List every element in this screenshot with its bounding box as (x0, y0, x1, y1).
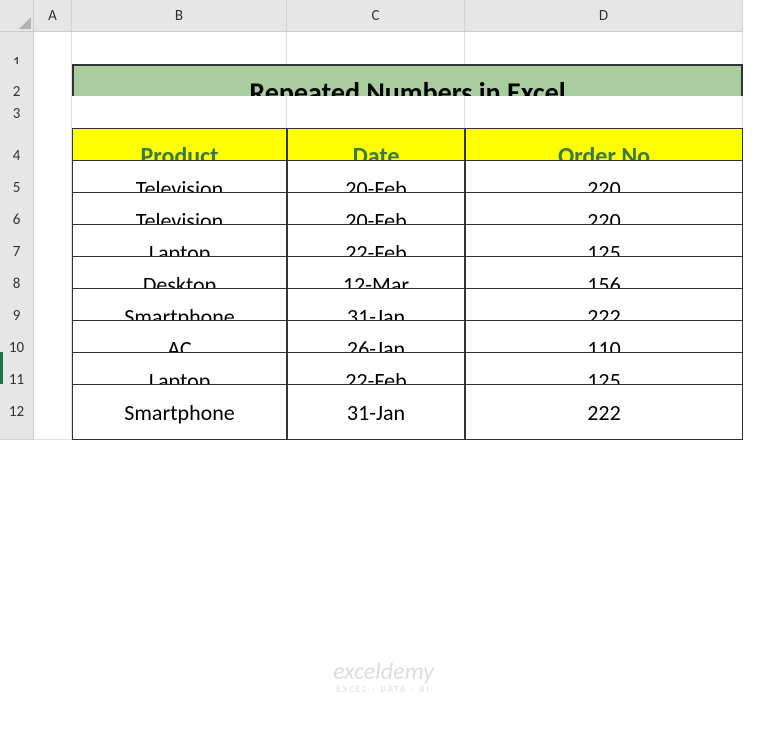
row-header-12[interactable]: 12 (0, 384, 34, 440)
spreadsheet-grid: A B C D 1 2 Repeated Numbers in Excel 3 … (0, 0, 767, 416)
cell-A12[interactable] (34, 384, 72, 440)
cell-B12[interactable]: Smartphone (72, 384, 287, 440)
col-header-D[interactable]: D (465, 0, 743, 32)
col-header-A[interactable]: A (34, 0, 72, 32)
row-header-3[interactable]: 3 (0, 96, 34, 132)
watermark-brand: exceldemy (333, 657, 434, 686)
watermark: exceldemy EXCEL · DATA · BI (333, 659, 434, 694)
select-all-corner[interactable] (0, 0, 34, 32)
cell-B3[interactable] (72, 96, 287, 132)
cell-A3[interactable] (34, 96, 72, 132)
col-header-C[interactable]: C (287, 0, 465, 32)
watermark-tag: EXCEL · DATA · BI (333, 685, 434, 694)
cell-C12[interactable]: 31-Jan (287, 384, 465, 440)
col-header-B[interactable]: B (72, 0, 287, 32)
cell-C3[interactable] (287, 96, 465, 132)
cell-D12[interactable]: 222 (465, 384, 743, 440)
cell-D3[interactable] (465, 96, 743, 132)
